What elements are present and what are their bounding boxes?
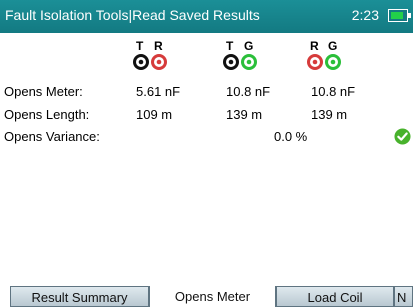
opens-meter-rg-value: 10.8 nF [311, 84, 356, 99]
pair-letter-right: G [328, 39, 338, 53]
opens-variance-label: Opens Variance: [4, 129, 100, 144]
opens-meter-tg-value: 10.8 nF [226, 84, 271, 99]
title-bar: Fault Isolation Tools|Read Saved Results… [0, 0, 413, 33]
tab-result-summary[interactable]: Result Summary [10, 286, 149, 307]
opens-length-rg-value: 139 m [311, 107, 348, 122]
tip-ring-connector-icon [133, 54, 167, 70]
window-title: Fault Isolation Tools|Read Saved Results [5, 7, 260, 23]
pair-letter-left: R [310, 39, 319, 53]
pair-header-tip-ground: T G [222, 39, 262, 73]
tab-opens-meter[interactable]: Opens Meter [149, 286, 276, 307]
opens-variance-value: 0.0 % [274, 129, 308, 144]
pair-letter-left: T [136, 39, 144, 53]
tab-bar: Result Summary Opens Meter Load Coil N [0, 286, 413, 307]
opens-length-tr-value: 109 m [136, 107, 173, 122]
tab-next-partial[interactable]: N [394, 286, 413, 307]
tip-ground-connector-icon [223, 54, 257, 70]
clock: 2:23 [351, 7, 379, 23]
opens-length-tg-value: 139 m [226, 107, 263, 122]
pair-header-ring-ground: R G [306, 39, 346, 73]
tab-load-coil[interactable]: Load Coil [276, 286, 394, 307]
opens-meter-label: Opens Meter: [4, 84, 83, 99]
pair-letter-left: T [226, 39, 234, 53]
pair-header-tip-ring: T R [132, 39, 172, 73]
check-circle-icon [394, 128, 411, 145]
ring-ground-connector-icon [307, 54, 341, 70]
opens-meter-tr-value: 5.61 nF [136, 84, 181, 99]
battery-icon [388, 9, 411, 22]
opens-length-label: Opens Length: [4, 107, 90, 122]
pair-letter-right: G [244, 39, 254, 53]
pair-letter-right: R [154, 39, 163, 53]
